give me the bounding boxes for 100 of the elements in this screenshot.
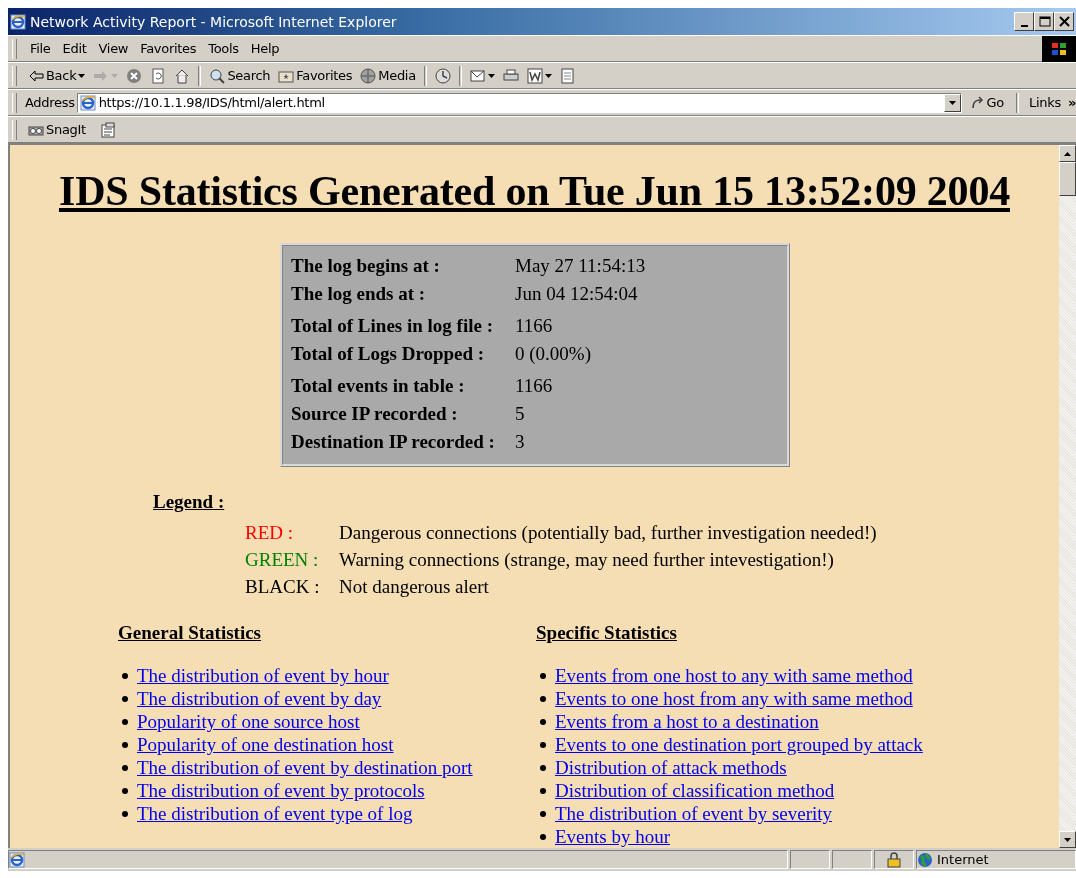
bullet-icon xyxy=(122,718,128,725)
bullet-icon xyxy=(122,787,128,794)
bullet-icon xyxy=(122,672,128,679)
down-arrow-icon xyxy=(1064,837,1071,842)
minimize-button[interactable] xyxy=(1014,12,1034,31)
section-title: Specific Statistics xyxy=(536,622,677,644)
stop-icon xyxy=(126,67,143,84)
scroll-thumb[interactable] xyxy=(1059,162,1076,196)
bullet-icon xyxy=(540,787,546,794)
bullet-icon xyxy=(540,833,546,840)
menu-item[interactable]: File xyxy=(25,39,56,58)
maximize-icon xyxy=(1037,15,1051,28)
menu-item[interactable]: Help xyxy=(245,39,285,58)
search-button[interactable]: Search xyxy=(206,66,274,85)
close-button[interactable] xyxy=(1054,12,1074,31)
report-link[interactable]: The distribution of event by hour xyxy=(137,664,389,687)
legend-description: Dangerous connections (potentially bad, further investigation needed!) xyxy=(339,521,878,545)
home-icon xyxy=(174,67,191,84)
legend-description: Not dangerous alert xyxy=(339,575,490,599)
report-link[interactable]: The distribution of event type of log xyxy=(137,802,413,825)
summary-label: Total of Logs Dropped : xyxy=(291,342,486,366)
status-panel xyxy=(832,850,872,869)
scroll-down-button[interactable] xyxy=(1059,831,1076,848)
bullet-icon xyxy=(540,695,546,702)
caret-icon xyxy=(78,73,86,78)
menu-item[interactable]: Favorites xyxy=(135,39,202,58)
summary-value: 1166 xyxy=(515,314,554,338)
summary-label: Total of Lines in log file : xyxy=(291,314,494,338)
report-link[interactable]: The distribution of event by protocols xyxy=(137,779,425,802)
summary-value: 5 xyxy=(515,402,526,426)
maximize-button[interactable] xyxy=(1034,12,1054,31)
report-link[interactable]: Distribution of attack methods xyxy=(555,756,787,779)
summary-label: The log ends at : xyxy=(291,282,427,306)
report-link[interactable]: Popularity of one destination host xyxy=(137,733,394,756)
history-clock-icon xyxy=(434,67,451,84)
more-links-button[interactable]: » xyxy=(1067,95,1076,110)
summary-value: Jun 04 12:54:04 xyxy=(515,282,639,306)
report-link[interactable]: The distribution of event by day xyxy=(137,687,382,710)
bullet-icon xyxy=(540,718,546,725)
media-button[interactable]: Media xyxy=(357,66,419,85)
go-arrow-icon xyxy=(970,95,985,110)
report-link[interactable]: The distribution of event by destination port xyxy=(137,756,473,779)
report-link[interactable]: Distribution of classification method xyxy=(555,779,835,802)
address-label: Address xyxy=(25,95,75,110)
go-button[interactable]: Go xyxy=(967,94,1007,111)
up-arrow-icon xyxy=(1064,151,1071,156)
menu-item[interactable]: View xyxy=(93,39,134,58)
report-link[interactable]: Events to one host from any with same method xyxy=(555,687,913,710)
address-field[interactable]: https://10.1.1.98/IDS/html/alert.html xyxy=(76,92,962,113)
globe-icon xyxy=(917,851,933,868)
minimize-icon xyxy=(1020,25,1028,27)
caret-icon xyxy=(111,73,119,78)
summary-value: 1166 xyxy=(515,374,554,398)
mail-icon xyxy=(469,67,486,84)
report-link[interactable]: Popularity of one source host xyxy=(137,710,360,733)
windows-flag-icon xyxy=(1051,42,1067,56)
bullet-icon xyxy=(122,695,128,702)
close-icon xyxy=(1057,15,1071,28)
summary-value: 0 (0.00%) xyxy=(515,342,592,366)
bullet-icon xyxy=(122,764,128,771)
dropdown-button[interactable] xyxy=(943,93,961,112)
search-icon xyxy=(209,67,226,84)
links-button[interactable]: Links xyxy=(1024,93,1066,112)
zone-label: Internet xyxy=(937,852,989,867)
back-button[interactable]: Back xyxy=(25,66,89,85)
word-document-icon xyxy=(526,67,543,84)
report-link[interactable]: Events from one host to any with same method xyxy=(555,664,913,687)
caret-icon xyxy=(544,73,552,78)
menu-item[interactable]: Tools xyxy=(203,39,244,58)
properties-icon xyxy=(99,121,116,138)
summary-label: The log begins at : xyxy=(291,254,441,278)
legend-label: GREEN : xyxy=(245,548,320,572)
report-link[interactable]: Events from a host to a destination xyxy=(555,710,819,733)
menu-item[interactable]: Edit xyxy=(57,39,92,58)
camera-icon xyxy=(28,123,44,136)
report-link[interactable]: Events by hour xyxy=(555,825,671,848)
section-title: General Statistics xyxy=(118,622,261,644)
favorites-button[interactable]: Favorites xyxy=(275,66,356,85)
summary-value: 3 xyxy=(515,430,526,454)
browser-icon xyxy=(10,13,26,30)
scroll-up-button[interactable] xyxy=(1059,145,1076,162)
caret-icon xyxy=(487,73,495,78)
legend-label: BLACK : xyxy=(245,575,321,599)
bullet-icon xyxy=(540,672,546,679)
snagit-button[interactable]: SnagIt xyxy=(25,121,89,138)
summary-label: Source IP recorded : xyxy=(291,402,459,426)
printer-icon xyxy=(502,67,519,84)
window-title: Network Activity Report - Microsoft Internet Explorer xyxy=(30,13,398,30)
legend-title: Legend : xyxy=(153,491,225,513)
summary-label: Total events in table : xyxy=(291,374,466,398)
page-icon xyxy=(79,94,96,111)
page-icon xyxy=(9,851,25,868)
report-link[interactable]: The distribution of event by severity xyxy=(555,802,833,825)
refresh-icon xyxy=(150,67,167,84)
bullet-icon xyxy=(122,810,128,817)
bullet-icon xyxy=(540,741,546,748)
legend-description: Warning connections (strange, may need further intevestigation!) xyxy=(339,548,835,572)
bullet-icon xyxy=(540,764,546,771)
bullet-icon xyxy=(122,741,128,748)
report-link[interactable]: Events to one destination port grouped by attack xyxy=(555,733,923,756)
